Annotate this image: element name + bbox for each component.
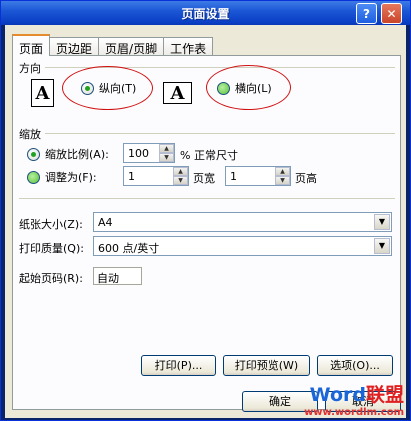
landscape-radio-label: 横向(L): [235, 82, 272, 95]
paper-size-value: A4: [98, 216, 113, 229]
adjust-to-spinner[interactable]: 100 ▲ ▼: [123, 143, 175, 163]
landscape-radio-button[interactable]: [217, 81, 230, 95]
fit-tall-spinner[interactable]: 1 ▲ ▼: [225, 166, 291, 186]
spin-down-icon[interactable]: ▼: [173, 176, 188, 185]
watermark-logo: Word联盟 www.wordlm.com: [304, 380, 404, 418]
tab-margins[interactable]: 页边距: [49, 37, 100, 56]
adjust-to-radio-button[interactable]: [27, 147, 40, 161]
title-bar[interactable]: 页面设置 ? ✕: [1, 1, 410, 25]
adjust-to-unit: % 正常尺寸: [180, 149, 238, 162]
fit-wide-unit: 页宽: [193, 172, 215, 185]
tab-sheet[interactable]: 工作表: [163, 37, 214, 56]
adjust-to-radio[interactable]: 缩放比例(A):: [27, 146, 109, 162]
watermark-brand-en: Word: [309, 384, 366, 406]
tab-strip: 页面 页边距 页眉/页脚 工作表: [12, 34, 214, 56]
spin-up-icon[interactable]: ▲: [173, 167, 188, 176]
print-quality-dropdown[interactable]: 600 点/英寸 ▼: [93, 236, 392, 256]
spin-up-icon[interactable]: ▲: [159, 144, 174, 153]
watermark-url: www.wordlm.com: [304, 407, 404, 418]
help-icon[interactable]: ?: [356, 3, 377, 24]
first-page-number-label: 起始页码(R):: [19, 272, 83, 285]
fit-to-radio-button[interactable]: [27, 170, 40, 184]
spin-down-icon[interactable]: ▼: [159, 153, 174, 162]
watermark-brand-cn: 联盟: [365, 384, 404, 406]
print-preview-button[interactable]: 打印预览(W): [223, 355, 310, 376]
spin-down-icon[interactable]: ▼: [275, 176, 290, 185]
orientation-section-label: 方向: [19, 62, 41, 75]
landscape-radio[interactable]: 横向(L): [217, 80, 272, 96]
page-setup-dialog: 页面设置 ? ✕ 页面 页边距 页眉/页脚 工作表 方向 A 纵向(T) A 横…: [0, 0, 411, 421]
print-button[interactable]: 打印(P)...: [141, 355, 216, 376]
fit-wide-value[interactable]: 1: [124, 167, 173, 185]
fit-tall-unit: 页高: [295, 172, 317, 185]
tab-panel-page: 方向 A 纵向(T) A 横向(L) 缩放 缩放比例(A): 100 ▲ ▼ %…: [12, 55, 401, 410]
adjust-to-label: 缩放比例(A):: [45, 148, 109, 161]
fit-tall-value[interactable]: 1: [226, 167, 275, 185]
spin-up-icon[interactable]: ▲: [275, 167, 290, 176]
chevron-down-icon[interactable]: ▼: [374, 238, 390, 254]
landscape-page-icon: A: [163, 82, 192, 104]
dialog-body: 页面 页边距 页眉/页脚 工作表 方向 A 纵向(T) A 横向(L) 缩放 缩…: [5, 25, 406, 418]
portrait-radio-label: 纵向(T): [99, 82, 137, 95]
adjust-to-value[interactable]: 100: [124, 144, 159, 162]
tab-header-footer[interactable]: 页眉/页脚: [98, 37, 165, 56]
print-quality-label: 打印质量(Q):: [19, 242, 84, 255]
fit-wide-spinner[interactable]: 1 ▲ ▼: [123, 166, 189, 186]
scaling-divider: [45, 133, 395, 134]
paper-size-label: 纸张大小(Z):: [19, 218, 83, 231]
close-icon[interactable]: ✕: [381, 3, 402, 24]
scaling-section-label: 缩放: [19, 128, 41, 141]
print-quality-value: 600 点/英寸: [98, 242, 160, 255]
paper-divider: [19, 198, 395, 199]
options-button[interactable]: 选项(O)...: [317, 355, 393, 376]
first-page-number-input[interactable]: 自动: [93, 267, 142, 285]
portrait-page-icon: A: [31, 79, 54, 107]
portrait-radio[interactable]: 纵向(T): [81, 80, 136, 96]
fit-to-radio[interactable]: 调整为(F):: [27, 169, 97, 185]
tab-page[interactable]: 页面: [12, 34, 51, 56]
dialog-title: 页面设置: [181, 7, 230, 21]
paper-size-dropdown[interactable]: A4 ▼: [93, 212, 392, 232]
portrait-radio-button[interactable]: [81, 81, 94, 95]
fit-to-label: 调整为(F):: [45, 171, 97, 184]
chevron-down-icon[interactable]: ▼: [374, 214, 390, 230]
